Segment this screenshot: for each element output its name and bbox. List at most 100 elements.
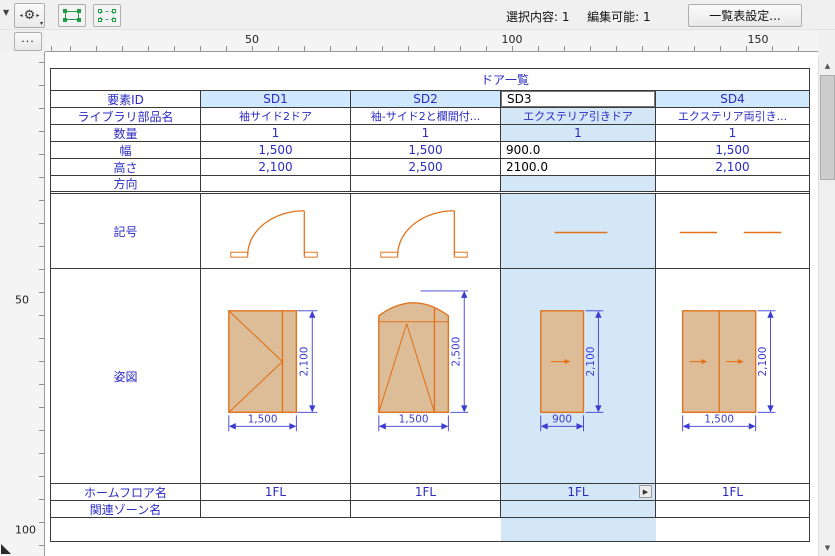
cell-quantity-sd3[interactable]: 1 — [501, 125, 656, 141]
cell-width-sd3 — [501, 142, 656, 158]
up-arrow-icon: ▲ — [824, 61, 831, 70]
cell-elevation-sd2[interactable]: 2,500 1,500 — [351, 269, 501, 483]
floor-options-button[interactable]: ▶ — [639, 485, 652, 498]
scheme-settings-button[interactable]: ◂ ⚙ ▸ ▾ — [14, 3, 45, 28]
cell-symbol-sd3[interactable] — [501, 194, 656, 268]
row-label-height[interactable]: 高さ — [51, 159, 201, 175]
door-elevation-sd4: 2,100 1,500 — [681, 310, 776, 432]
dropdown-arrow-icon: ▾ — [39, 20, 43, 27]
cell-floor-sd3[interactable]: 1FL ▶ — [501, 484, 656, 500]
dim-height-label: 2,100 — [585, 347, 597, 377]
cell-zone-sd2[interactable] — [351, 501, 501, 517]
cell-direction-sd3[interactable] — [501, 176, 656, 191]
cell-library-sd3[interactable]: エクステリア引きドア — [501, 108, 656, 124]
empty-cell — [656, 518, 809, 541]
width-edit-input[interactable] — [501, 142, 655, 158]
dim-height-label: 2,100 — [757, 347, 769, 377]
row-home-floor: ホームフロア名 1FL 1FL 1FL ▶ 1FL — [51, 484, 809, 501]
cell-id-sd3 — [501, 91, 656, 107]
cell-elevation-sd1[interactable]: 2,100 1,500 — [201, 269, 351, 483]
cell-library-sd2[interactable]: 袖-サイド2と欄間付... — [351, 108, 501, 124]
cell-zone-sd4[interactable] — [656, 501, 809, 517]
select-in-list-button[interactable] — [93, 4, 121, 27]
row-label-elevation[interactable]: 姿図 — [51, 269, 201, 483]
cell-quantity-sd2[interactable]: 1 — [351, 125, 501, 141]
scroll-down-button[interactable]: ▼ — [819, 539, 835, 556]
row-label-library[interactable]: ライブラリ部品名 — [51, 108, 201, 124]
cell-library-sd4[interactable]: エクステリア両引き... — [656, 108, 809, 124]
cell-zone-sd3[interactable] — [501, 501, 656, 517]
selected-count-label: 選択内容: — [506, 10, 559, 24]
schedule-settings-button[interactable]: 一覧表設定... — [688, 4, 802, 27]
cell-symbol-sd1[interactable] — [201, 194, 351, 268]
cell-quantity-sd1[interactable]: 1 — [201, 125, 351, 141]
vertical-ruler[interactable]: 50 100 — [0, 52, 45, 556]
dim-height-label: 2,100 — [298, 347, 310, 377]
horizontal-ruler[interactable]: 50 100 150 — [45, 30, 818, 52]
row-elevation: 姿図 2,100 1,500 2,500 1,500 2,100 900 2,1… — [51, 269, 809, 484]
cell-zone-sd1[interactable] — [201, 501, 351, 517]
selection-status: 選択内容: 1 編集可能: 1 — [506, 8, 651, 25]
cell-symbol-sd4[interactable] — [656, 194, 809, 268]
cell-symbol-sd2[interactable] — [351, 194, 501, 268]
row-element-id: 要素ID SD1 SD2 SD4 — [51, 91, 809, 108]
cell-elevation-sd3[interactable]: 2,100 900 — [501, 269, 656, 483]
door-schedule-table: ドア一覧 要素ID SD1 SD2 SD4 ライブラリ部品名 袖サイド2ドア 袖… — [50, 68, 810, 542]
row-label-zone[interactable]: 関連ゾーン名 — [51, 501, 201, 517]
row-label-quantity[interactable]: 数量 — [51, 125, 201, 141]
row-library-name: ライブラリ部品名 袖サイド2ドア 袖-サイド2と欄間付... エクステリア引きド… — [51, 108, 809, 125]
flyout-arrow-icon: ▶ — [642, 487, 649, 496]
door-plan-symbol-sd3 — [554, 231, 608, 234]
cell-elevation-sd4[interactable]: 2,100 1,500 — [656, 269, 809, 483]
select-on-plan-button[interactable] — [58, 4, 86, 27]
scroll-up-button[interactable]: ▲ — [819, 57, 835, 74]
cell-id-sd4[interactable]: SD4 — [656, 91, 809, 107]
schedule-title[interactable]: ドア一覧 — [51, 69, 809, 90]
door-plan-symbol-sd2 — [380, 210, 468, 258]
door-elevation-sd1: 2,100 1,500 — [228, 310, 318, 432]
cell-height-sd1[interactable]: 2,100 — [201, 159, 351, 175]
cell-height-sd2[interactable]: 2,500 — [351, 159, 501, 175]
ruler-options-button[interactable]: ... — [14, 32, 42, 51]
cell-width-sd2[interactable]: 1,500 — [351, 142, 501, 158]
cell-direction-sd2[interactable] — [351, 176, 501, 191]
selected-column-overflow — [501, 518, 656, 541]
row-height: 高さ 2,100 2,500 2,100 — [51, 159, 809, 176]
dim-width-label: 1,500 — [399, 413, 429, 425]
cell-library-sd1[interactable]: 袖サイド2ドア — [201, 108, 351, 124]
cell-id-sd1[interactable]: SD1 — [201, 91, 351, 107]
cell-quantity-sd4[interactable]: 1 — [656, 125, 809, 141]
cell-direction-sd1[interactable] — [201, 176, 351, 191]
height-edit-input[interactable] — [501, 159, 655, 175]
cell-direction-sd4[interactable] — [656, 176, 809, 191]
cell-width-sd1[interactable]: 1,500 — [201, 142, 351, 158]
panel-collapse-icon[interactable]: ▼ — [3, 8, 9, 17]
empty-cell — [201, 518, 351, 541]
cell-width-sd4[interactable]: 1,500 — [656, 142, 809, 158]
cell-id-sd2[interactable]: SD2 — [351, 91, 501, 107]
scrollbar-thumb[interactable] — [820, 75, 835, 180]
row-label-width[interactable]: 幅 — [51, 142, 201, 158]
empty-cell — [51, 518, 201, 541]
cell-floor-sd1[interactable]: 1FL — [201, 484, 351, 500]
floor-value: 1FL — [567, 485, 589, 499]
row-label-symbol[interactable]: 記号 — [51, 194, 201, 268]
row-label-floor[interactable]: ホームフロア名 — [51, 484, 201, 500]
cell-height-sd4[interactable]: 2,100 — [656, 159, 809, 175]
ruler-mark: 50 — [15, 293, 29, 307]
empty-cell — [351, 518, 501, 541]
ruler-ticks — [39, 52, 44, 556]
id-edit-input[interactable] — [501, 91, 655, 107]
cell-floor-sd4[interactable]: 1FL — [656, 484, 809, 500]
editable-count-label: 編集可能: — [587, 10, 640, 24]
row-symbol: 記号 — [51, 194, 809, 269]
row-label-id[interactable]: 要素ID — [51, 91, 201, 107]
row-label-direction[interactable]: 方向 — [51, 176, 201, 191]
row-related-zone: 関連ゾーン名 — [51, 501, 809, 518]
vertical-scrollbar[interactable]: ▲ ▼ — [818, 57, 835, 556]
selected-count-value: 1 — [561, 10, 570, 24]
schedule-canvas: ドア一覧 要素ID SD1 SD2 SD4 ライブラリ部品名 袖サイド2ドア 袖… — [45, 52, 818, 556]
title-row: ドア一覧 — [51, 69, 809, 91]
cell-floor-sd2[interactable]: 1FL — [351, 484, 501, 500]
ruler-mark: 50 — [245, 33, 259, 46]
